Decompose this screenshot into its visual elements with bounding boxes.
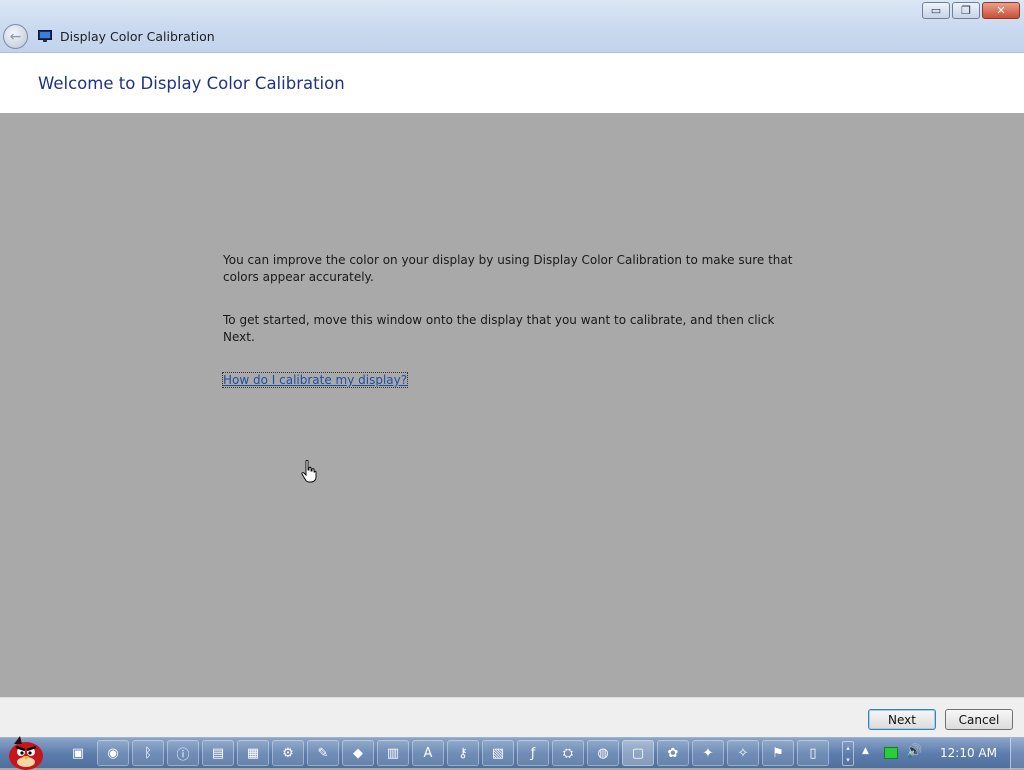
network-status-icon[interactable] <box>884 747 898 759</box>
folder-icon[interactable]: ▣ <box>62 740 94 766</box>
app-icon-2[interactable]: ▦ <box>237 740 269 766</box>
minimize-button[interactable]: ▭ <box>922 2 950 19</box>
app-icon-6[interactable]: ▥ <box>377 740 409 766</box>
chrome-icon[interactable]: ◉ <box>97 740 129 766</box>
start-button-angry-bird-icon[interactable] <box>2 732 50 770</box>
globe-icon[interactable]: ◍ <box>587 740 619 766</box>
display-calibration-icon[interactable]: ▢ <box>622 740 654 766</box>
taskbar: ▣ ◉ ᛒ ⓘ ▤ ▦ ⚙ ✎ ◆ ▥ A ⚷ ▧ ƒ ⛭ ◍ ▢ ✿ ✦ ✧ ⚑ ▯ ▴ ▾ ▲ 🔊 12:10 AM <box>0 736 1024 770</box>
app-icon-1[interactable]: ▤ <box>202 740 234 766</box>
cancel-button[interactable]: Cancel <box>945 709 1013 730</box>
intro-paragraph: You can improve the color on your displa… <box>223 253 793 284</box>
taskbar-pinned-apps: ▣ ◉ ᛒ ⓘ ▤ ▦ ⚙ ✎ ◆ ▥ A ⚷ ▧ ƒ ⛭ ◍ ▢ ✿ ✦ ✧ ⚑ ▯ <box>62 740 829 766</box>
main-content: You can improve the color on your displa… <box>221 252 793 389</box>
instruction-paragraph: To get started, move this window onto th… <box>223 313 775 344</box>
volume-icon[interactable]: 🔊 <box>906 744 922 759</box>
app-icon-4[interactable]: ✎ <box>307 740 339 766</box>
app-icon-3[interactable]: ⚙ <box>272 740 304 766</box>
app-icon-10[interactable]: ✦ <box>692 740 724 766</box>
window-controls: ▭ ❐ ✕ <box>922 2 1020 19</box>
bluetooth-icon[interactable]: ᛒ <box>132 740 164 766</box>
title-bar: ▭ ❐ ✕ ← Display Color Calibration <box>0 0 1024 53</box>
monitor-icon <box>38 30 52 42</box>
app-icon-8[interactable]: ▧ <box>482 740 514 766</box>
app-icon-12[interactable]: ⚑ <box>762 740 794 766</box>
network-app-icon[interactable]: ⛭ <box>552 740 584 766</box>
app-icon-11[interactable]: ✧ <box>727 740 759 766</box>
system-tray: ▴ ▾ ▲ 🔊 12:10 AM <box>840 738 1024 769</box>
window-title: Display Color Calibration <box>60 29 215 44</box>
footer-bar: Next Cancel <box>0 697 1024 737</box>
page-header: Welcome to Display Color Calibration <box>0 53 1024 113</box>
flash-icon[interactable]: ƒ <box>517 740 549 766</box>
back-button[interactable]: ← <box>3 24 28 49</box>
help-link[interactable]: How do I calibrate my display? <box>221 372 409 388</box>
maximize-button[interactable]: ❐ <box>952 2 980 19</box>
show-hidden-icons-icon[interactable]: ▲ <box>862 746 869 756</box>
app-icon-5[interactable]: ◆ <box>342 740 374 766</box>
calculator-icon[interactable]: ▯ <box>797 740 829 766</box>
close-button[interactable]: ✕ <box>982 2 1020 19</box>
show-desktop-button[interactable] <box>1010 738 1024 769</box>
hand-cursor-icon <box>301 460 317 483</box>
app-icon-9[interactable]: ✿ <box>657 740 689 766</box>
taskbar-scroll[interactable]: ▴ ▾ <box>842 741 854 766</box>
app-icon-7[interactable]: A <box>412 740 444 766</box>
key-icon[interactable]: ⚷ <box>447 740 479 766</box>
page-title: Welcome to Display Color Calibration <box>38 74 345 93</box>
next-button[interactable]: Next <box>868 709 936 730</box>
scroll-down-icon[interactable]: ▾ <box>843 754 853 766</box>
taskbar-clock[interactable]: 12:10 AM <box>940 746 997 760</box>
scroll-up-icon[interactable]: ▴ <box>843 742 853 754</box>
info-icon[interactable]: ⓘ <box>167 740 199 766</box>
